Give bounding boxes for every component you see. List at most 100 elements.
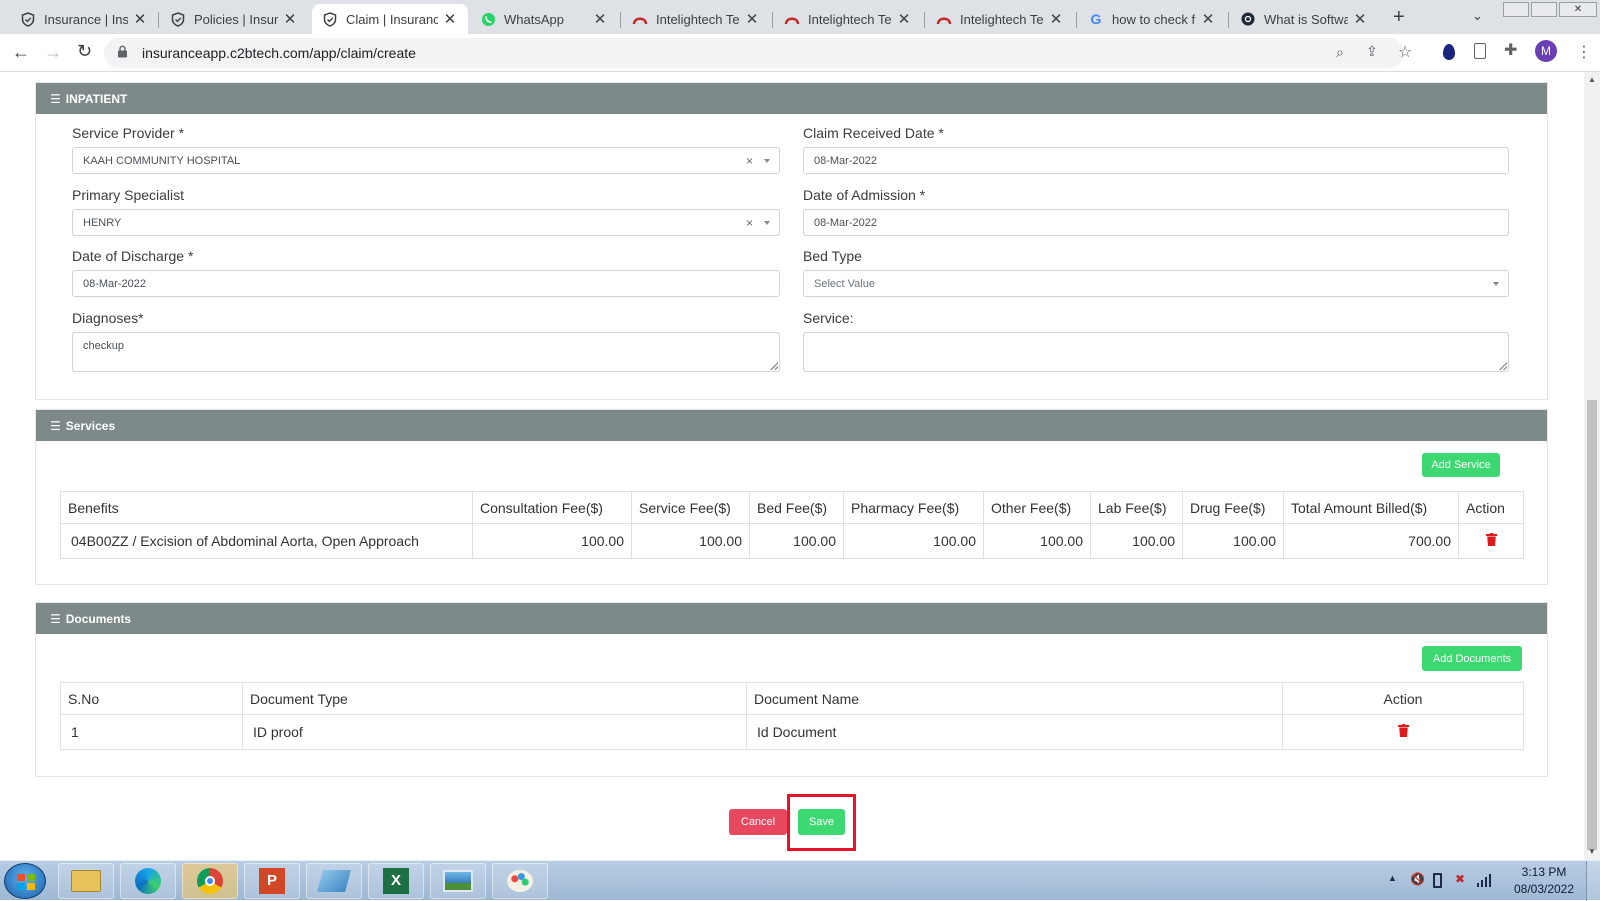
admission-date-input[interactable]: 08-Mar-2022 [803, 209, 1509, 236]
close-icon[interactable]: ✕ [592, 10, 608, 28]
extension-icon[interactable] [1443, 44, 1455, 60]
tray-expand-icon[interactable]: ▲ [1388, 873, 1397, 883]
cancel-button[interactable]: Cancel [729, 809, 787, 835]
start-button[interactable] [4, 863, 46, 899]
photo-viewer-icon[interactable] [430, 863, 486, 899]
intelightech-icon [936, 11, 952, 27]
sno-cell: 1 [60, 714, 243, 750]
whatsapp-icon [480, 11, 496, 27]
network-error-icon[interactable]: ✖ [1455, 872, 1465, 886]
avatar[interactable]: M [1535, 40, 1557, 62]
restore-icon[interactable] [1531, 2, 1557, 17]
tab-label: Intelightech Tean [656, 11, 740, 27]
admission-value: 08-Mar-2022 [814, 217, 877, 229]
tab-intelightech-3[interactable]: Intelightech Tean ✕ [926, 4, 1074, 34]
show-desktop-button[interactable] [1586, 861, 1600, 901]
scroll-up-icon[interactable]: ▲ [1588, 75, 1596, 84]
signal-icon[interactable] [1477, 873, 1493, 892]
file-explorer-icon[interactable] [58, 863, 114, 899]
caret-down-icon [764, 221, 770, 225]
notepad-icon[interactable] [306, 863, 362, 899]
bookmark-star-icon[interactable]: ☆ [1398, 42, 1412, 62]
browser-toolbar: ← → ↻ insuranceapp.c2btech.com/app/claim… [0, 34, 1600, 72]
add-documents-button[interactable]: Add Documents [1422, 646, 1522, 671]
tab-policies[interactable]: Policies | Insuran ✕ [160, 4, 308, 34]
services-title: Services [65, 418, 116, 433]
trash-icon[interactable] [1485, 533, 1497, 549]
chrome-icon[interactable] [182, 863, 238, 899]
tab-insurance[interactable]: Insurance | Insura ✕ [10, 4, 158, 34]
add-service-button[interactable]: Add Service [1422, 453, 1500, 477]
page-scrollbar[interactable]: ▲ ▼ [1584, 72, 1600, 860]
tab-intelightech-1[interactable]: Intelightech Tean ✕ [622, 4, 770, 34]
save-button[interactable]: Save [798, 809, 845, 835]
resize-handle-icon[interactable] [770, 362, 778, 370]
close-icon[interactable]: ✕ [744, 10, 760, 28]
share-icon[interactable]: ⇪ [1366, 43, 1378, 60]
tab-google-search[interactable]: G how to check fun ✕ [1078, 4, 1226, 34]
clear-icon[interactable]: × [746, 154, 753, 168]
clipboard-icon[interactable] [1474, 43, 1486, 59]
diagnoses-textarea[interactable]: checkup [72, 332, 780, 372]
bed-type-placeholder: Select Value [814, 278, 875, 290]
puzzle-icon[interactable]: ✚ [1504, 40, 1517, 60]
tab-search-chevron-icon[interactable]: ⌄ [1472, 8, 1483, 24]
primary-specialist-select[interactable]: HENRY × [72, 209, 780, 236]
service-textarea[interactable] [803, 332, 1509, 372]
service-label: Service: [803, 310, 854, 326]
forward-icon[interactable]: → [44, 42, 62, 63]
tab-whatsapp[interactable]: WhatsApp ✕ [470, 4, 618, 34]
diagnoses-label: Diagnoses* [72, 310, 144, 326]
clock-date[interactable]: 08/03/2022 [1508, 882, 1580, 896]
back-icon[interactable]: ← [12, 42, 30, 63]
window-close-icon[interactable]: ✕ [1559, 2, 1597, 17]
bed-type-select[interactable]: Select Value [803, 270, 1509, 297]
tab-intelightech-2[interactable]: Intelightech Tean ✕ [774, 4, 922, 34]
paint-icon[interactable] [492, 863, 548, 899]
document-type-cell: ID proof [242, 714, 747, 750]
tab-label: Policies | Insuran [194, 11, 278, 27]
service-provider-label: Service Provider * [72, 125, 185, 141]
clear-icon[interactable]: × [746, 216, 753, 230]
column-header: Action [1458, 491, 1524, 524]
trash-icon[interactable] [1397, 724, 1409, 740]
service-provider-select[interactable]: KAAH COMMUNITY HOSPITAL × [72, 147, 780, 174]
discharge-date-input[interactable]: 08-Mar-2022 [72, 270, 780, 297]
close-icon[interactable]: ✕ [132, 10, 148, 28]
services-header: ☰ Services [36, 410, 1547, 441]
close-icon[interactable]: ✕ [282, 10, 298, 28]
new-tab-icon[interactable]: + [1393, 6, 1405, 29]
shield-icon [20, 11, 36, 27]
scrollbar-thumb[interactable] [1587, 400, 1597, 850]
table-row: 04B00ZZ / Excision of Abdominal Aorta, O… [60, 523, 1524, 559]
tab-label: Insurance | Insura [44, 11, 128, 27]
tab-claim[interactable]: Claim | Insurance ✕ [312, 4, 468, 34]
zoom-icon[interactable]: ⌕ [1336, 44, 1344, 61]
minimize-icon[interactable] [1503, 2, 1529, 17]
volume-muted-icon[interactable]: 🔇 [1410, 872, 1425, 886]
close-icon[interactable]: ✕ [1200, 10, 1216, 28]
claim-received-date-input[interactable]: 08-Mar-2022 [803, 147, 1509, 174]
scroll-down-icon[interactable]: ▼ [1588, 847, 1596, 856]
address-bar[interactable]: insuranceapp.c2btech.com/app/claim/creat… [104, 38, 1412, 68]
edge-icon[interactable] [120, 863, 176, 899]
documents-card: ☰ Documents Add Documents S.No Document … [35, 602, 1548, 777]
close-icon[interactable]: ✕ [1352, 10, 1368, 28]
battery-icon[interactable] [1433, 873, 1442, 888]
primary-specialist-value: HENRY [83, 217, 122, 229]
tab-label: how to check fun [1112, 11, 1196, 27]
powerpoint-icon[interactable]: P [244, 863, 300, 899]
clock-time[interactable]: 3:13 PM [1512, 865, 1576, 879]
resize-handle-icon[interactable] [1499, 362, 1507, 370]
close-icon[interactable]: ✕ [896, 10, 912, 28]
close-icon[interactable]: ✕ [442, 10, 458, 28]
claim-received-label: Claim Received Date * [803, 125, 944, 141]
tab-software[interactable]: What is Software ✕ [1230, 4, 1378, 34]
menu-kebab-icon[interactable]: ⋮ [1576, 42, 1592, 62]
documents-table: S.No Document Type Document Name Action … [60, 682, 1524, 750]
excel-icon[interactable]: X [368, 863, 424, 899]
close-icon[interactable]: ✕ [1048, 10, 1064, 28]
reload-icon[interactable]: ↻ [77, 41, 92, 62]
column-header: Action [1282, 682, 1524, 715]
table-header-row: S.No Document Type Document Name Action [60, 682, 1524, 715]
